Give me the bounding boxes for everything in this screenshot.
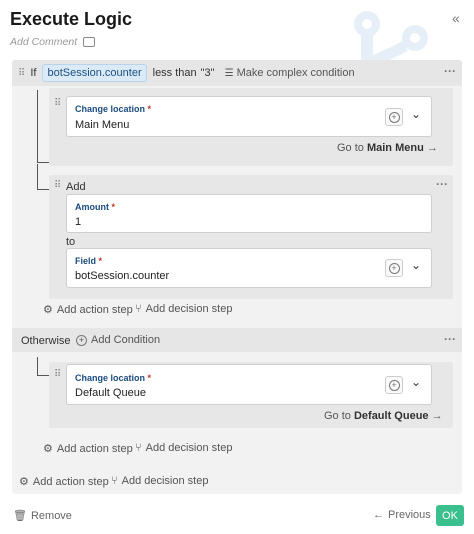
tree-connector [37, 375, 49, 376]
add-decision-label: Add decision step [145, 442, 233, 454]
page-title: Execute Logic [10, 9, 133, 29]
plus-icon: + [388, 379, 400, 391]
change-location-card[interactable]: Change location * Main Menu + ⌄ [66, 96, 432, 137]
trash-icon: 🗑 [13, 510, 27, 522]
required-marker: * [147, 373, 152, 383]
drag-handle-icon[interactable]: ⠿ [54, 369, 61, 380]
previous-label: Previous [388, 509, 431, 521]
drag-handle-icon[interactable]: ⠿ [54, 98, 61, 109]
to-label: to [66, 236, 76, 248]
comment-icon [83, 37, 96, 47]
otherwise-change-location-card[interactable]: Change location * Default Queue + ⌄ [66, 364, 432, 405]
add-action-label: Add action step [56, 442, 133, 455]
arrow-right-icon: → [431, 410, 443, 422]
branch-icon: ⑂ [111, 475, 118, 487]
if-add-action-step[interactable]: ⚙ Add action step [43, 303, 133, 317]
otherwise-label: Otherwise [21, 335, 71, 347]
add-decision-label: Add decision step [145, 303, 233, 315]
if-condition-row: ⠿ If botSession.counter less than "3" ☰ … [12, 60, 462, 86]
collapse-panel-icon[interactable]: « [452, 10, 460, 26]
change-location-label: Change location [75, 373, 146, 383]
otherwise-more-options-icon[interactable]: ··· [444, 332, 456, 346]
remove-button[interactable]: 🗑 Remove [13, 509, 72, 523]
goto-prefix: Go to [337, 142, 364, 154]
chevron-down-icon[interactable]: ⌄ [411, 107, 421, 121]
amount-value: 1 [75, 216, 82, 228]
if-more-options-icon[interactable]: ··· [444, 64, 456, 78]
drag-handle-icon[interactable]: ⠿ [54, 180, 61, 191]
change-location-value: Default Queue [75, 387, 146, 399]
arrow-left-icon: ← [373, 509, 384, 521]
add-condition-label: Add Condition [91, 334, 161, 346]
change-location-value: Main Menu [75, 119, 130, 131]
amount-label: Amount [75, 202, 109, 212]
tree-connector [37, 164, 38, 190]
if-label: If [30, 67, 37, 79]
make-complex-condition-link[interactable]: ☰ Make complex condition [225, 67, 355, 79]
field-input[interactable]: Field * botSession.counter + ⌄ [66, 248, 432, 288]
condition-variable[interactable]: botSession.counter [42, 64, 147, 82]
chevron-down-icon[interactable]: ⌄ [411, 375, 421, 389]
tree-connector [37, 357, 38, 376]
insert-variable-button[interactable]: + [385, 259, 403, 277]
branch-icon: ⑂ [135, 442, 142, 454]
outer-add-action-step[interactable]: ⚙ Add action step [19, 475, 109, 489]
add-action-label: Add action step [56, 303, 133, 316]
gear-icon: ⚙ [43, 304, 53, 316]
add-condition-button[interactable]: + Add Condition [76, 334, 160, 346]
chevron-down-icon[interactable]: ⌄ [411, 258, 421, 272]
required-marker: * [98, 256, 103, 266]
goto-prefix: Go to [324, 410, 351, 422]
insert-variable-button[interactable]: + [385, 376, 403, 394]
change-location-label: Change location [75, 104, 146, 114]
required-marker: * [147, 104, 152, 114]
previous-button[interactable]: ← Previous [373, 509, 431, 521]
plus-icon: + [388, 111, 400, 123]
field-label: Field [75, 256, 97, 266]
amount-field[interactable]: Amount * 1 [66, 194, 432, 233]
outer-add-decision-step[interactable]: ⑂ Add decision step [111, 475, 208, 487]
goto-link[interactable]: Go to Main Menu → [337, 142, 438, 154]
insert-variable-button[interactable]: + [385, 108, 403, 126]
ok-button[interactable]: OK [436, 505, 464, 526]
tree-connector [37, 162, 49, 163]
add-comment-label: Add Comment [10, 36, 78, 48]
make-complex-condition-label: Make complex condition [236, 67, 355, 79]
plus-icon: + [388, 262, 400, 274]
goto-target: Main Menu [366, 142, 424, 154]
otherwise-add-action-step[interactable]: ⚙ Add action step [43, 442, 133, 456]
field-value: botSession.counter [75, 270, 170, 282]
otherwise-add-decision-step[interactable]: ⑂ Add decision step [135, 442, 232, 454]
list-icon: ☰ [224, 67, 234, 79]
add-action-label: Add action step [32, 475, 109, 488]
add-more-options-icon[interactable]: ··· [436, 177, 448, 191]
required-marker: * [111, 202, 116, 212]
if-add-decision-step[interactable]: ⑂ Add decision step [135, 303, 232, 315]
drag-handle-icon[interactable]: ⠿ [18, 68, 25, 79]
arrow-right-icon: → [426, 142, 438, 154]
condition-operator[interactable]: less than [153, 67, 197, 79]
goto-target: Default Queue [353, 410, 429, 422]
condition-value[interactable]: "3" [201, 67, 215, 79]
remove-label: Remove [30, 509, 72, 522]
add-step-label: Add [66, 181, 86, 193]
tree-connector [37, 189, 49, 190]
gear-icon: ⚙ [43, 443, 53, 455]
add-comment-link[interactable]: Add Comment [10, 36, 96, 48]
goto-link[interactable]: Go to Default Queue → [324, 410, 443, 422]
tree-connector [37, 90, 38, 162]
gear-icon: ⚙ [19, 476, 29, 488]
plus-icon: + [76, 334, 87, 346]
add-decision-label: Add decision step [121, 475, 209, 487]
branch-icon: ⑂ [135, 303, 142, 315]
